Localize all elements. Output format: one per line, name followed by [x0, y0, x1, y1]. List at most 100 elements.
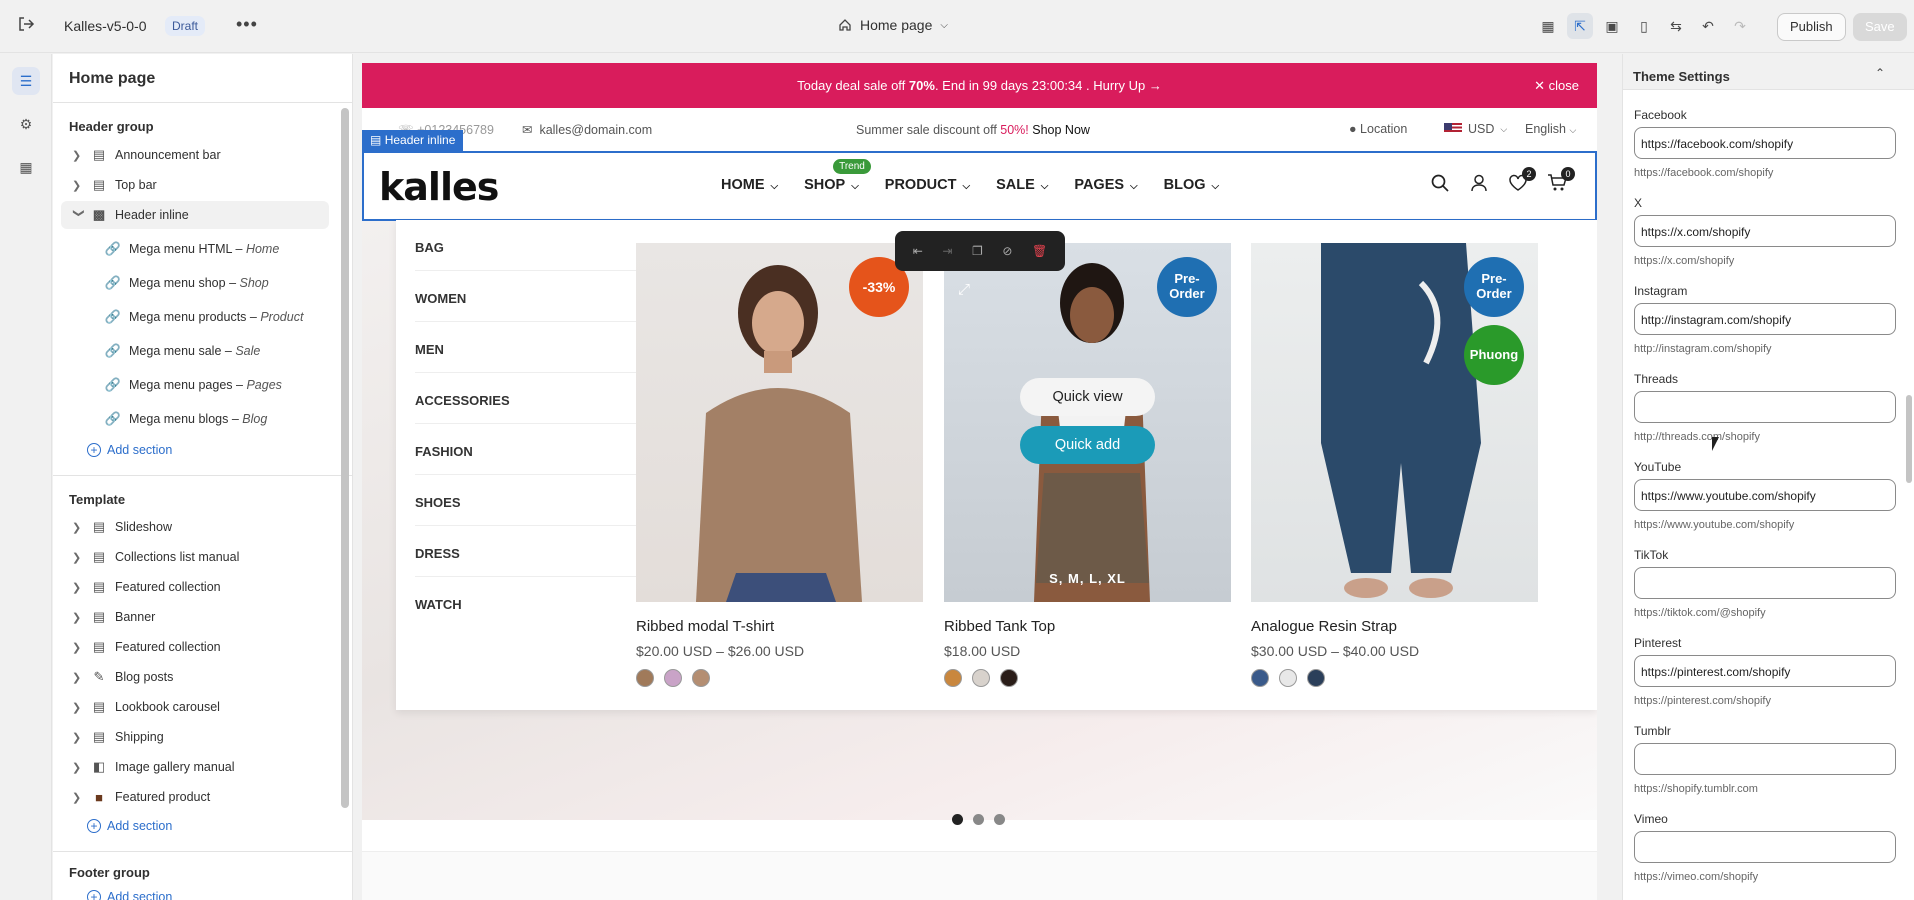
category-item[interactable]: DRESS — [415, 526, 645, 577]
color-swatch[interactable] — [1307, 669, 1325, 687]
header-inline[interactable]: kalles HOME ⌵ Trend SHOP ⌵ PRODUCT ⌵ SALE ⌵ P… — [362, 151, 1597, 221]
tiktok-input[interactable] — [1634, 567, 1896, 599]
announcement-close-button[interactable]: ✕ close — [1534, 78, 1579, 94]
chevron-right-icon[interactable]: ❯ — [72, 641, 86, 654]
page-selector[interactable]: Home page ⌵ — [838, 17, 948, 33]
category-item[interactable]: FASHION — [415, 424, 645, 475]
nav-home[interactable]: HOME ⌵ — [721, 177, 778, 193]
chevron-right-icon[interactable]: ❯ — [72, 791, 86, 804]
nav-pages[interactable]: PAGES ⌵ — [1074, 177, 1137, 193]
hide-icon[interactable]: ⊘ — [1002, 244, 1012, 258]
duplicate-icon[interactable]: ❐ — [972, 244, 983, 258]
location-link[interactable]: ● Location — [1349, 122, 1407, 136]
category-item[interactable]: SHOES — [415, 475, 645, 526]
section-collections-list[interactable]: ❯ ▤ Collections list manual — [61, 543, 352, 571]
pinterest-input[interactable]: https://pinterest.com/shopify — [1634, 655, 1896, 687]
category-item[interactable]: WOMEN — [415, 271, 645, 322]
color-swatch[interactable] — [972, 669, 990, 687]
color-swatch[interactable] — [1000, 669, 1018, 687]
section-slideshow[interactable]: ❯ ▤ Slideshow — [61, 513, 352, 541]
product-name[interactable]: Analogue Resin Strap — [1251, 618, 1538, 635]
announcement-text[interactable]: Today deal sale off 70%. End in 99 days … — [362, 78, 1597, 93]
chevron-right-icon[interactable]: ❯ — [72, 701, 86, 714]
slide-dot[interactable] — [952, 814, 963, 825]
chevron-right-icon[interactable]: ❯ — [72, 761, 86, 774]
color-swatch[interactable] — [692, 669, 710, 687]
category-item[interactable]: WATCH — [415, 577, 645, 628]
chevron-right-icon[interactable]: ❯ — [72, 671, 86, 684]
threads-input[interactable] — [1634, 391, 1896, 423]
add-section-header-button[interactable]: + Add section — [87, 443, 172, 457]
product-image[interactable]: Pre-Order ⤢ Quick view Quick add S, M, L… — [944, 243, 1231, 602]
quick-add-button[interactable]: Quick add — [1020, 426, 1155, 464]
add-section-template-button[interactable]: + Add section — [87, 819, 172, 833]
product-image[interactable]: Pre-Order Phuong — [1251, 243, 1538, 602]
section-lookbook-carousel[interactable]: ❯ ▤ Lookbook carousel — [61, 693, 352, 721]
product-name[interactable]: Ribbed modal T-shirt — [636, 618, 923, 635]
language-selector[interactable]: English ⌵ — [1525, 122, 1576, 136]
fullwidth-view-icon[interactable]: ⇆ — [1663, 13, 1689, 39]
quick-view-button[interactable]: Quick view — [1020, 378, 1155, 416]
section-header-inline[interactable]: ❯ ▩ Header inline — [61, 201, 329, 229]
section-banner[interactable]: ❯ ▤ Banner — [61, 603, 352, 631]
section-top-bar[interactable]: ❯ ▤ Top bar — [61, 171, 352, 199]
redo-icon[interactable]: ↷ — [1727, 13, 1753, 39]
category-item[interactable]: BAG — [415, 220, 645, 271]
compare-icon[interactable]: ⤢ — [958, 281, 970, 298]
trash-icon[interactable]: 🗑 — [1032, 244, 1047, 258]
nav-shop[interactable]: Trend SHOP ⌵ — [804, 159, 871, 193]
youtube-input[interactable]: https://www.youtube.com/shopify — [1634, 479, 1896, 511]
nav-blog[interactable]: BLOG ⌵ — [1164, 177, 1219, 193]
sitemap-icon[interactable]: ▦ — [1535, 13, 1561, 39]
product-image[interactable]: -33% — [636, 243, 923, 602]
email-text[interactable]: ✉ kalles@domain.com — [522, 122, 652, 137]
chevron-down-icon[interactable]: ❯ — [73, 208, 86, 222]
wishlist-icon[interactable]: 2 — [1507, 167, 1536, 199]
x-input[interactable]: https://x.com/shopify — [1634, 215, 1896, 247]
section-image-gallery[interactable]: ❯ ◧ Image gallery manual — [61, 753, 352, 781]
move-up-icon[interactable]: ⇤ — [913, 244, 923, 258]
product-card[interactable]: -33% Ribbed modal T-shirt $20.00 USD – $… — [636, 243, 923, 687]
exit-icon[interactable] — [17, 15, 39, 37]
chevron-right-icon[interactable]: ❯ — [72, 179, 86, 192]
chevron-right-icon[interactable]: ❯ — [72, 149, 86, 162]
publish-button[interactable]: Publish — [1777, 13, 1846, 41]
block-mega-menu-shop[interactable]: 🔗 Mega menu shop – Shop — [61, 269, 352, 297]
section-featured-product[interactable]: ❯ ■ Featured product — [61, 783, 352, 811]
block-mega-menu-sale[interactable]: 🔗 Mega menu sale – Sale — [61, 337, 352, 365]
chevron-up-icon[interactable]: ⌃ — [1875, 66, 1885, 80]
currency-selector[interactable]: USD ⌵ — [1444, 122, 1507, 136]
search-icon[interactable] — [1429, 173, 1451, 199]
chevron-right-icon[interactable]: ❯ — [72, 731, 86, 744]
section-shipping[interactable]: ❯ ▤ Shipping — [61, 723, 352, 751]
block-mega-menu-pages[interactable]: 🔗 Mega menu pages – Pages — [61, 371, 352, 399]
block-mega-menu-products[interactable]: 🔗 Mega menu products – Product — [61, 303, 352, 331]
account-icon[interactable] — [1468, 173, 1490, 199]
facebook-input[interactable]: https://facebook.com/shopify — [1634, 127, 1896, 159]
sections-icon[interactable]: ☰ — [12, 67, 40, 95]
product-card[interactable]: Pre-Order ⤢ Quick view Quick add S, M, L… — [944, 243, 1231, 687]
category-item[interactable]: MEN — [415, 322, 645, 373]
more-actions-icon[interactable]: ••• — [236, 14, 258, 35]
nav-sale[interactable]: SALE ⌵ — [996, 177, 1048, 193]
theme-settings-header[interactable]: Theme Settings ⌃ — [1623, 54, 1914, 90]
block-mega-menu-blogs[interactable]: 🔗 Mega menu blogs – Blog — [61, 405, 352, 433]
inspector-icon[interactable]: ⇱ — [1567, 13, 1593, 39]
move-down-icon[interactable]: ⇥ — [942, 244, 952, 258]
slide-dot[interactable] — [973, 814, 984, 825]
color-swatch[interactable] — [944, 669, 962, 687]
chevron-right-icon[interactable]: ❯ — [72, 611, 86, 624]
tumblr-input[interactable] — [1634, 743, 1896, 775]
product-name[interactable]: Ribbed Tank Top — [944, 618, 1231, 635]
color-swatch[interactable] — [664, 669, 682, 687]
vimeo-input[interactable] — [1634, 831, 1896, 863]
chevron-right-icon[interactable]: ❯ — [72, 521, 86, 534]
section-featured-collection-2[interactable]: ❯ ▤ Featured collection — [61, 633, 352, 661]
section-announcement-bar[interactable]: ❯ ▤ Announcement bar — [61, 141, 352, 169]
add-section-footer-button[interactable]: + Add section — [87, 890, 172, 900]
undo-icon[interactable]: ↶ — [1695, 13, 1721, 39]
store-logo[interactable]: kalles — [379, 165, 499, 209]
section-featured-collection[interactable]: ❯ ▤ Featured collection — [61, 573, 352, 601]
desktop-view-icon[interactable]: ▣ — [1599, 13, 1625, 39]
product-card[interactable]: Pre-Order Phuong Analogue Resin Strap $3… — [1251, 243, 1538, 687]
